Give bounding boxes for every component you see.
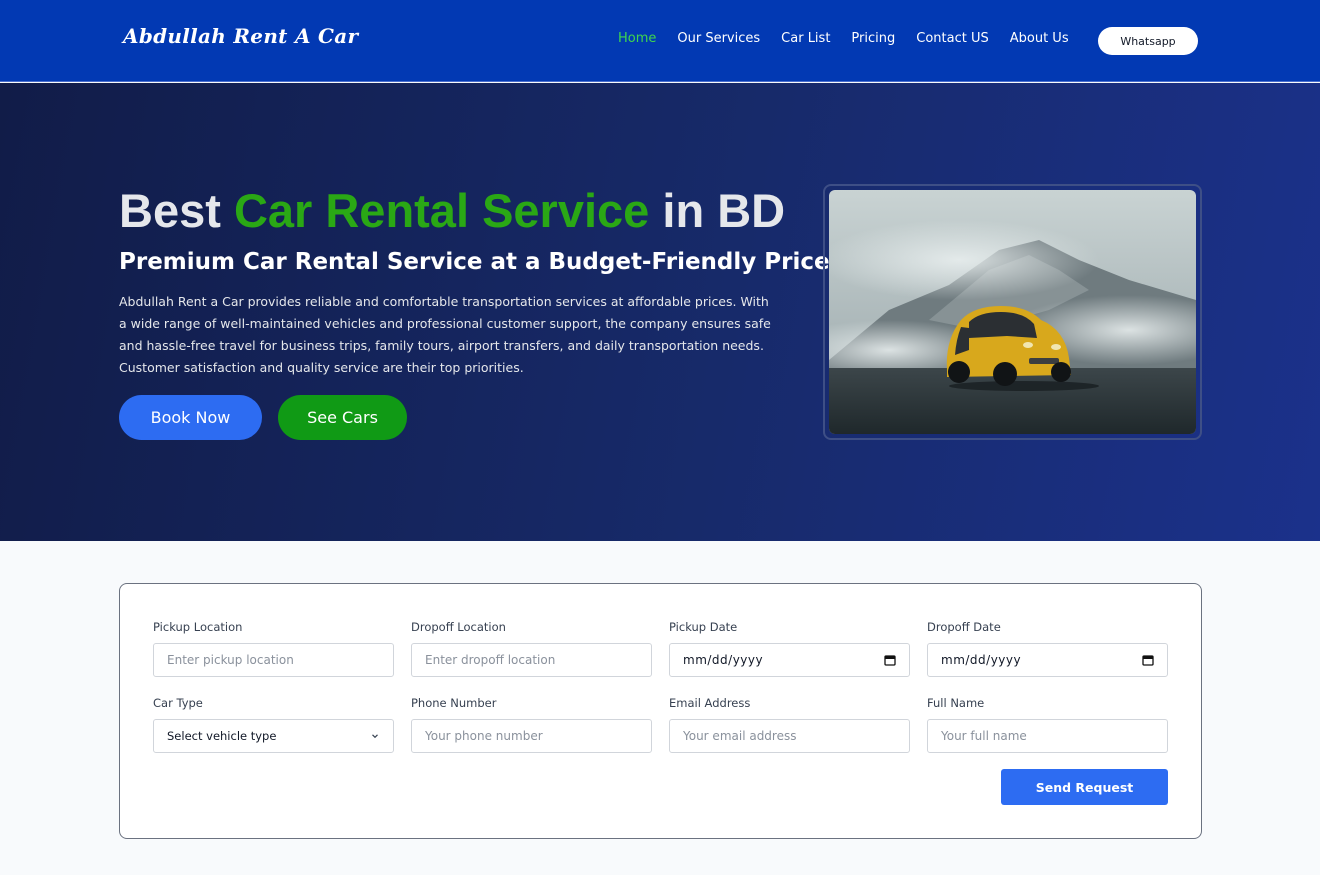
send-request-button[interactable]: Send Request	[1001, 769, 1168, 805]
dropoff-location-field: Dropoff Location Enter dropoff location	[411, 620, 652, 677]
full-name-placeholder: Your full name	[941, 729, 1027, 743]
hero-title-accent: Car Rental Service	[233, 184, 650, 237]
phone-number-placeholder: Your phone number	[425, 729, 543, 743]
email-address-field: Email Address Your email address	[669, 696, 910, 753]
pickup-date-label: Pickup Date	[669, 620, 738, 634]
hero-description: Abdullah Rent a Car provides reliable an…	[119, 294, 771, 375]
whatsapp-button[interactable]: Whatsapp	[1098, 27, 1198, 55]
phone-number-input[interactable]: Your phone number	[411, 719, 652, 753]
car-type-label: Car Type	[153, 696, 203, 710]
dropoff-date-label: Dropoff Date	[927, 620, 1001, 634]
navbar: Abdullah Rent A Car Home Our Services Ca…	[0, 0, 1320, 82]
brand-logo[interactable]: Abdullah Rent A Car	[123, 24, 358, 48]
dropoff-location-input[interactable]: Enter dropoff location	[411, 643, 652, 677]
car-type-selected: Select vehicle type	[167, 729, 277, 743]
booking-form: Pickup Location Enter pickup location Dr…	[119, 583, 1202, 839]
nav-link-home[interactable]: Home	[618, 31, 656, 46]
nav-link-our-services[interactable]: Our Services	[677, 31, 760, 46]
car-type-select[interactable]: Select vehicle type	[153, 719, 394, 753]
nav-link-about-us[interactable]: About Us	[1010, 31, 1069, 46]
dropoff-date-input[interactable]: mm/dd/yyyy	[927, 643, 1168, 677]
nav-link-car-list[interactable]: Car List	[781, 31, 830, 46]
hero-image-frame	[823, 184, 1202, 440]
phone-number-label: Phone Number	[411, 696, 497, 710]
pickup-location-placeholder: Enter pickup location	[167, 653, 294, 667]
dropoff-date-value: mm/dd/yyyy	[941, 653, 1022, 667]
hero-subtitle: Premium Car Rental Service at a Budget-F…	[119, 249, 830, 275]
hero-car-image	[829, 190, 1196, 434]
full-name-input[interactable]: Your full name	[927, 719, 1168, 753]
nav-link-contact-us[interactable]: Contact US	[916, 31, 988, 46]
calendar-icon[interactable]	[884, 654, 896, 666]
pickup-date-input[interactable]: mm/dd/yyyy	[669, 643, 910, 677]
car-type-field: Car Type Select vehicle type	[153, 696, 394, 753]
hero-title: Best Car Rental Service in BD	[119, 183, 785, 238]
book-now-button[interactable]: Book Now	[119, 395, 262, 440]
pickup-location-input[interactable]: Enter pickup location	[153, 643, 394, 677]
pickup-date-field: Pickup Date mm/dd/yyyy	[669, 620, 910, 677]
email-address-input[interactable]: Your email address	[669, 719, 910, 753]
dropoff-location-label: Dropoff Location	[411, 620, 506, 634]
calendar-icon[interactable]	[1142, 654, 1154, 666]
nav-links: Home Our Services Car List Pricing Conta…	[618, 31, 1090, 46]
full-name-field: Full Name Your full name	[927, 696, 1168, 753]
dropoff-date-field: Dropoff Date mm/dd/yyyy	[927, 620, 1168, 677]
email-address-label: Email Address	[669, 696, 751, 710]
pickup-date-value: mm/dd/yyyy	[683, 653, 764, 667]
pickup-location-label: Pickup Location	[153, 620, 243, 634]
nav-link-pricing[interactable]: Pricing	[851, 31, 895, 46]
phone-number-field: Phone Number Your phone number	[411, 696, 652, 753]
full-name-label: Full Name	[927, 696, 985, 710]
dropoff-location-placeholder: Enter dropoff location	[425, 653, 556, 667]
chevron-down-icon	[372, 734, 378, 739]
email-address-placeholder: Your email address	[683, 729, 797, 743]
hero-title-suffix: in BD	[649, 184, 786, 237]
hero-section: Best Car Rental Service in BD Premium Ca…	[0, 83, 1320, 541]
pickup-location-field: Pickup Location Enter pickup location	[153, 620, 394, 677]
see-cars-button[interactable]: See Cars	[278, 395, 407, 440]
hero-title-prefix: Best	[119, 184, 234, 237]
